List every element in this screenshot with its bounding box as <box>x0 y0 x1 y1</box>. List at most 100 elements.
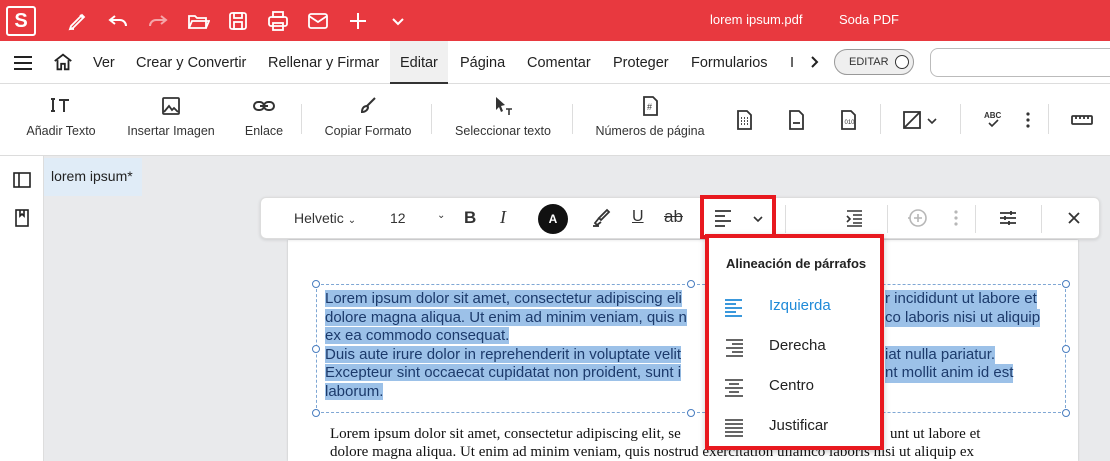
save-icon[interactable] <box>226 9 250 33</box>
edit-ribbon: Añadir Texto Insertar Imagen Enlace Copi… <box>0 84 1110 156</box>
increase-indent-icon[interactable] <box>843 207 865 229</box>
chevron-down-icon[interactable] <box>926 114 938 126</box>
menu-proteger[interactable]: Proteger <box>613 55 669 71</box>
link-button[interactable]: Enlace <box>244 94 284 138</box>
font-size-select[interactable]: 12 <box>390 210 406 226</box>
unsaved-marker: * <box>127 168 133 184</box>
copy-format-label: Copiar Formato <box>324 124 412 138</box>
add-circle-icon[interactable] <box>907 207 929 229</box>
toolbar-divider <box>887 205 888 233</box>
resize-handle[interactable] <box>687 280 695 288</box>
chevron-down-icon <box>752 212 764 224</box>
option-label: Izquierda <box>769 297 831 314</box>
align-center-icon <box>723 376 745 398</box>
align-left-icon <box>712 207 734 229</box>
document-grid-icon[interactable] <box>732 108 756 132</box>
resize-handle[interactable] <box>687 409 695 417</box>
add-text-button[interactable]: Añadir Texto <box>24 94 98 138</box>
chevron-down-icon[interactable]: ⌄ <box>437 210 445 221</box>
bold-button[interactable]: B <box>464 208 476 228</box>
resize-handle[interactable] <box>1062 280 1070 288</box>
add-text-icon <box>49 94 73 118</box>
menu-ver[interactable]: Ver <box>93 55 115 71</box>
font-family-select[interactable]: Helvetic ⌄ <box>294 210 356 226</box>
document-tab[interactable]: lorem ipsum* <box>44 158 142 196</box>
hamburger-menu-icon[interactable] <box>12 53 34 73</box>
selected-paragraph-text[interactable]: Lorem ipsum dolor sit amet, consectetur … <box>325 290 1063 401</box>
text-fragment: Excepteur sint occaecat cupidatat non pr… <box>325 364 682 381</box>
search-input[interactable] <box>930 48 1110 77</box>
strikethrough-button[interactable]: ab <box>664 207 683 227</box>
edit-mode-toggle[interactable]: EDITAR <box>834 49 914 75</box>
chevron-down-icon[interactable] <box>386 9 410 33</box>
insert-image-button[interactable]: Insertar Imagen <box>124 94 218 138</box>
highlighter-icon[interactable] <box>590 207 612 229</box>
page-numbers-button[interactable]: # Números de página <box>593 94 707 138</box>
menu-editar[interactable]: Editar <box>390 41 448 84</box>
body-paragraph[interactable]: Lorem ipsum dolor sit amet, consectetur … <box>330 425 1050 461</box>
resize-handle[interactable] <box>1062 409 1070 417</box>
align-center-option[interactable]: Centro <box>709 366 880 406</box>
text-fragment: iat nulla pariatur. <box>885 345 996 364</box>
resize-handle[interactable] <box>312 345 320 353</box>
resize-handle[interactable] <box>312 280 320 288</box>
spellcheck-icon[interactable]: ABC <box>982 108 1006 132</box>
resize-handle[interactable] <box>1062 345 1070 353</box>
ribbon-divider <box>431 104 432 134</box>
ruler-icon[interactable] <box>1070 108 1094 132</box>
cursor-text-icon <box>491 94 515 118</box>
text-line: Lorem ipsum dolor sit amet, consectetur … <box>330 425 1050 443</box>
settings-sliders-icon[interactable] <box>997 207 1019 229</box>
open-folder-icon[interactable] <box>186 9 211 33</box>
menu-comentar[interactable]: Comentar <box>527 55 591 71</box>
more-options-icon[interactable] <box>945 207 967 229</box>
menu-pagina[interactable]: Página <box>460 55 505 71</box>
soda-logo-icon[interactable]: S <box>6 6 36 36</box>
link-icon <box>252 94 276 118</box>
add-text-label: Añadir Texto <box>26 124 96 138</box>
undo-icon[interactable] <box>106 9 130 33</box>
redo-icon[interactable] <box>146 9 170 33</box>
paragraph-alignment-button[interactable] <box>700 195 776 239</box>
copy-format-button[interactable]: Copiar Formato <box>323 94 413 138</box>
menu-truncated[interactable]: I <box>790 55 794 71</box>
italic-button[interactable]: I <box>500 207 506 228</box>
document-tab-name: lorem ipsum <box>51 168 128 184</box>
text-line: ex ea commodo consequat. <box>325 327 1063 346</box>
text-line: Duis aute irure dolor in reprehenderit i… <box>325 345 1063 364</box>
sign-icon[interactable] <box>66 9 90 33</box>
chevron-right-icon[interactable] <box>806 54 822 70</box>
align-justify-option[interactable]: Justificar <box>709 406 880 446</box>
align-left-option[interactable]: Izquierda <box>709 286 880 326</box>
text-fragment: r incididunt ut labore et <box>885 290 1037 309</box>
menu-crear-convertir[interactable]: Crear y Convertir <box>136 55 246 71</box>
text-fragment: dolore magna aliqua. Ut enim ad minim ve… <box>325 308 687 326</box>
select-text-label: Seleccionar texto <box>455 124 551 138</box>
select-text-button[interactable]: Seleccionar texto <box>452 94 554 138</box>
bates-numbering-icon[interactable]: 010 <box>836 108 860 132</box>
toolbar-divider <box>785 205 786 233</box>
title-bar: S lorem ipsum.pdf Soda PDF <box>0 0 1110 41</box>
print-icon[interactable] <box>266 9 290 33</box>
option-label: Justificar <box>769 417 829 434</box>
underline-button[interactable]: U <box>632 208 644 226</box>
document-lines-icon[interactable] <box>784 108 808 132</box>
menu-formularios[interactable]: Formularios <box>691 55 768 71</box>
text-color-button[interactable]: A <box>538 204 568 234</box>
more-options-icon[interactable] <box>1024 110 1032 130</box>
text-fragment: co laboris nisi ut aliquip <box>885 308 1041 327</box>
text-line: dolore magna aliqua. Ut enim ad minim ve… <box>330 444 975 460</box>
resize-handle[interactable] <box>312 409 320 417</box>
sidebar-toggle-icon[interactable] <box>12 170 32 190</box>
option-label: Derecha <box>769 337 826 354</box>
menu-rellenar-firmar[interactable]: Rellenar y Firmar <box>268 55 379 71</box>
home-icon[interactable] <box>52 51 74 73</box>
mail-icon[interactable] <box>306 9 330 33</box>
align-right-option[interactable]: Derecha <box>709 326 880 366</box>
close-icon[interactable] <box>1063 207 1085 229</box>
toolbar-divider <box>1041 205 1042 233</box>
option-label: Centro <box>769 377 815 394</box>
redact-icon[interactable] <box>900 108 924 132</box>
plus-icon[interactable] <box>346 9 370 33</box>
bookmark-icon[interactable] <box>12 208 32 228</box>
